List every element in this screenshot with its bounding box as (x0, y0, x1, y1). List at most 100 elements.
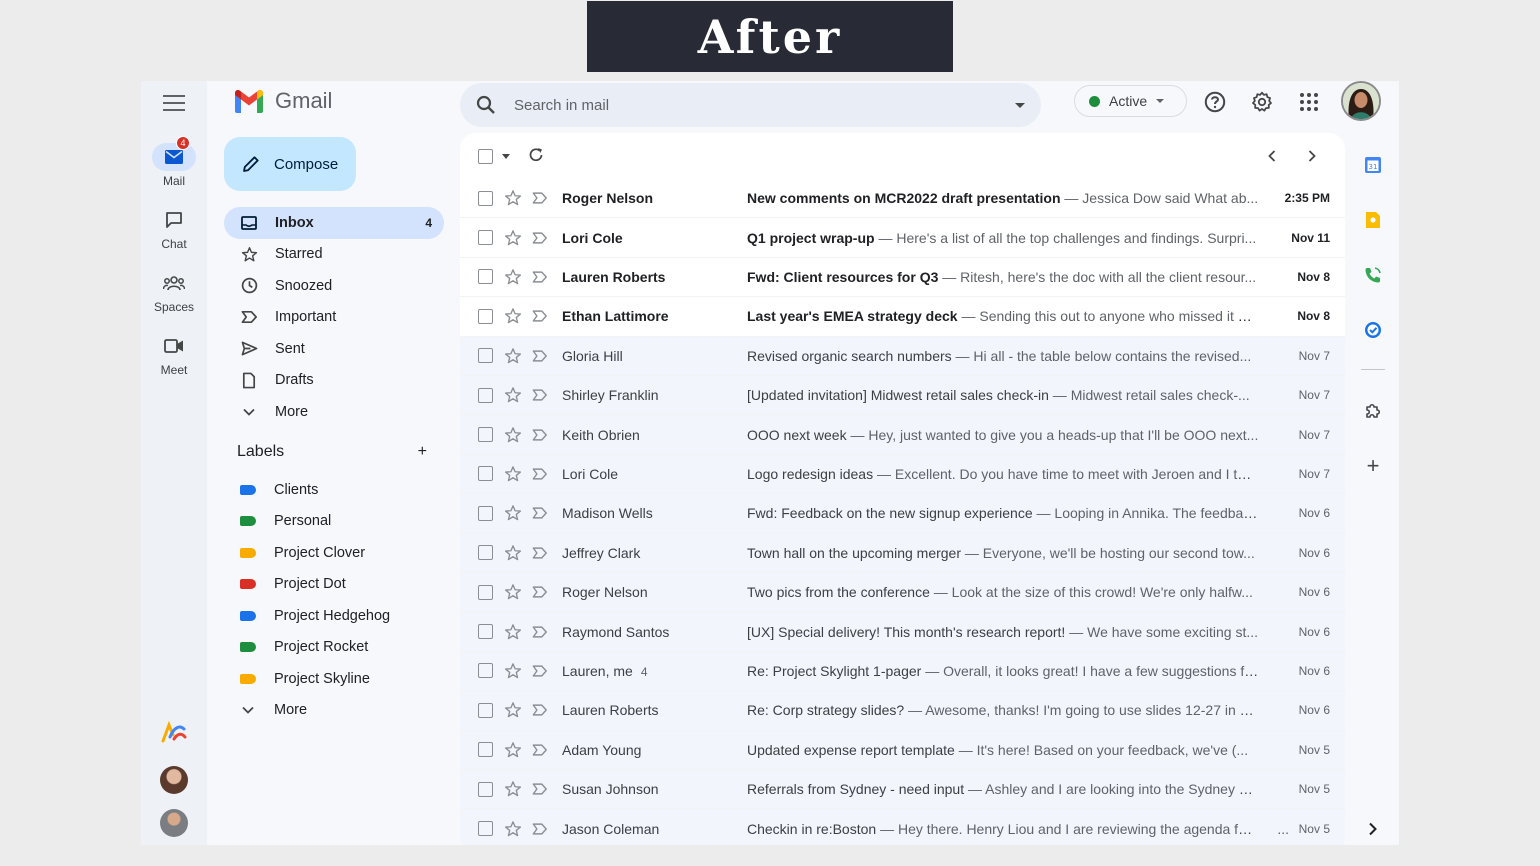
keep-icon[interactable] (1361, 208, 1385, 232)
row-checkbox[interactable] (478, 624, 493, 640)
star-icon[interactable] (504, 741, 522, 759)
row-checkbox[interactable] (478, 230, 493, 246)
star-icon[interactable] (504, 583, 522, 601)
label-project-rocket[interactable]: Project Rocket (224, 632, 444, 664)
nav-starred[interactable]: Starred (224, 239, 444, 271)
email-row[interactable]: Gloria Hill Revised organic search number… (460, 336, 1345, 376)
email-row[interactable]: Madison Wells Fwd: Feedback on the new si… (460, 494, 1345, 534)
row-checkbox[interactable] (478, 584, 493, 600)
labels-more[interactable]: More (224, 695, 444, 727)
add-label-icon[interactable]: + (418, 444, 427, 460)
email-row[interactable]: Roger Nelson Two pics from the conference… (460, 573, 1345, 613)
calendar-icon[interactable]: 31 (1361, 153, 1385, 177)
email-row[interactable]: Adam Young Updated expense report templat… (460, 730, 1345, 770)
nav-inbox[interactable]: Inbox 4 (224, 207, 444, 239)
main-menu-icon[interactable] (161, 93, 187, 113)
refresh-icon[interactable] (528, 147, 544, 163)
important-marker-icon[interactable] (532, 349, 548, 363)
nav-snoozed[interactable]: Snoozed (224, 270, 444, 302)
important-marker-icon[interactable] (532, 822, 548, 836)
status-selector[interactable]: Active (1074, 85, 1187, 117)
select-dropdown-icon[interactable] (502, 154, 510, 159)
star-icon[interactable] (504, 386, 522, 404)
row-checkbox[interactable] (478, 781, 493, 797)
search-options-icon[interactable] (1015, 102, 1025, 108)
star-icon[interactable] (504, 268, 522, 286)
star-icon[interactable] (504, 307, 522, 325)
contact-avatar[interactable] (160, 809, 188, 837)
email-row[interactable]: Ethan Lattimore Last year's EMEA strategy… (460, 297, 1345, 337)
row-checkbox[interactable] (478, 269, 493, 285)
star-icon[interactable] (504, 465, 522, 483)
add-addon-icon[interactable]: + (1361, 453, 1385, 478)
row-checkbox[interactable] (478, 505, 493, 521)
settings-gear-icon[interactable] (1248, 88, 1276, 116)
star-icon[interactable] (504, 347, 522, 365)
label-project-dot[interactable]: Project Dot (224, 569, 444, 601)
email-row[interactable]: Raymond Santos [UX] Special delivery! Thi… (460, 612, 1345, 652)
search-icon[interactable] (476, 95, 496, 115)
row-checkbox[interactable] (478, 466, 493, 482)
row-checkbox[interactable] (478, 702, 493, 718)
important-marker-icon[interactable] (532, 428, 548, 442)
row-checkbox[interactable] (478, 308, 493, 324)
important-marker-icon[interactable] (532, 309, 548, 323)
row-checkbox[interactable] (478, 387, 493, 403)
older-chevron-right-icon[interactable] (1308, 150, 1316, 162)
email-row[interactable]: Roger Nelson New comments on MCR2022 draf… (460, 179, 1345, 219)
row-checkbox[interactable] (478, 348, 493, 364)
star-icon[interactable] (504, 623, 522, 641)
search-bar[interactable]: Search in mail (460, 83, 1041, 127)
label-personal[interactable]: Personal (224, 506, 444, 538)
important-marker-icon[interactable] (532, 506, 548, 520)
search-input[interactable]: Search in mail (514, 97, 1015, 114)
email-row[interactable]: Lauren Roberts Fwd: Client resources for … (460, 257, 1345, 298)
label-project-clover[interactable]: Project Clover (224, 537, 444, 569)
row-checkbox[interactable] (478, 545, 493, 561)
important-marker-icon[interactable] (532, 546, 548, 560)
contact-avatar[interactable] (160, 766, 188, 794)
important-marker-icon[interactable] (532, 231, 548, 245)
star-icon[interactable] (504, 544, 522, 562)
select-all-checkbox[interactable] (478, 149, 493, 164)
important-marker-icon[interactable] (532, 664, 548, 678)
row-checkbox[interactable] (478, 742, 493, 758)
star-icon[interactable] (504, 701, 522, 719)
email-row[interactable]: Shirley Franklin [Updated invitation] Mid… (460, 376, 1345, 416)
row-checkbox[interactable] (478, 821, 493, 837)
star-icon[interactable] (504, 189, 522, 207)
expand-panel-chevron-icon[interactable] (1361, 817, 1385, 841)
workspace-logo-icon[interactable] (160, 720, 188, 749)
important-marker-icon[interactable] (532, 270, 548, 284)
label-project-hedgehog[interactable]: Project Hedgehog (224, 600, 444, 632)
email-row[interactable]: Lauren, me 4 Re: Project Skylight 1-pager … (460, 651, 1345, 692)
tasks-icon[interactable] (1361, 318, 1385, 342)
star-icon[interactable] (504, 662, 522, 680)
email-row[interactable]: Lori Cole Q1 project wrap-up — Here's a l… (460, 218, 1345, 258)
star-icon[interactable] (504, 820, 522, 838)
newer-chevron-left-icon[interactable] (1268, 150, 1276, 162)
important-marker-icon[interactable] (532, 703, 548, 717)
rail-meet[interactable]: Meet (141, 332, 207, 377)
rail-mail[interactable]: 4 Mail (141, 136, 207, 188)
gmail-logo[interactable]: Gmail (233, 88, 332, 114)
compose-button[interactable]: Compose (224, 137, 356, 191)
label-project-skyline[interactable]: Project Skyline (224, 663, 444, 695)
help-icon[interactable] (1201, 88, 1229, 116)
important-marker-icon[interactable] (532, 625, 548, 639)
email-row[interactable]: Jason Coleman Checkin in re:Boston — Hey … (460, 809, 1345, 845)
important-marker-icon[interactable] (532, 191, 548, 205)
nav-important[interactable]: Important (224, 302, 444, 334)
row-checkbox[interactable] (478, 663, 493, 679)
email-row[interactable]: Lori Cole Logo redesign ideas — Excellent… (460, 454, 1345, 495)
email-row[interactable]: Jeffrey Clark Town hall on the upcoming m… (460, 533, 1345, 573)
important-marker-icon[interactable] (532, 782, 548, 796)
nav-drafts[interactable]: Drafts (224, 365, 444, 397)
important-marker-icon[interactable] (532, 743, 548, 757)
row-checkbox[interactable] (478, 190, 493, 206)
addon-puzzle-icon[interactable] (1361, 399, 1385, 423)
email-row[interactable]: Lauren Roberts Re: Corp strategy slides? … (460, 691, 1345, 731)
rail-chat[interactable]: Chat (141, 206, 207, 251)
important-marker-icon[interactable] (532, 388, 548, 402)
email-row[interactable]: Keith Obrien OOO next week — Hey, just wa… (460, 415, 1345, 455)
